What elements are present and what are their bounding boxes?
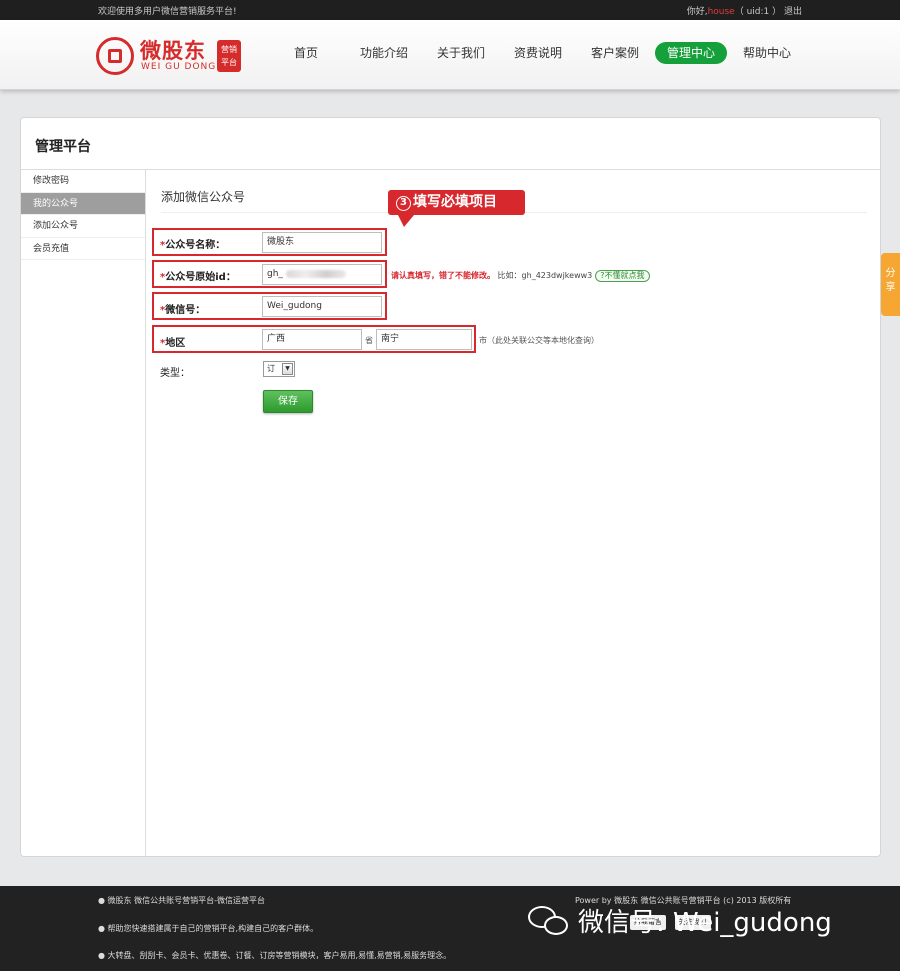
city-input[interactable]: 南宁 [376,329,472,350]
panel-title: 管理平台 [35,139,91,155]
watermark-text: 微信号: Wei_gudong [578,908,832,938]
province-suffix: 省 [365,336,373,345]
region-label: *地区 [160,338,186,349]
chevron-down-icon[interactable]: ▼ [282,363,293,375]
panel-divider [21,169,880,170]
wechat-id-input[interactable]: Wei_gudong [262,296,382,317]
callout-text: 填写必填项目 [413,194,497,210]
footer-line-2: ● 帮助您快速搭建属于自己的营销平台,构建自己的客户群体。 [98,924,319,933]
logo-name: 微股东 [140,39,206,63]
original-id-label: *公众号原始id： [160,272,236,283]
user-box: 你好,house（ uid:1 ） 退出 [687,4,802,17]
site-logo[interactable]: 微股东 WEI GU DONG 营销 平台 [96,36,246,76]
sidebar: 修改密码 我的公众号 添加公众号 会员充值 [21,170,146,856]
footer-line-3: ● 大转盘、刮刮卡、会员卡、优惠卷、订餐、订房等营销模块，客户易用,易懂,易营销… [98,951,452,960]
nav-item-cases[interactable]: 客户案例 [585,42,645,64]
save-button[interactable]: 保存 [263,390,313,413]
account-name-input[interactable]: 微股东 [262,232,382,253]
nav-item-help[interactable]: 帮助中心 [737,42,797,64]
nav-item-about[interactable]: 关于我们 [431,42,491,64]
original-id-input[interactable]: gh_ [262,264,382,285]
type-label: 类型： [160,368,190,379]
footer-line-1: ● 微股东 微信公共账号营销平台-微信运营平台 [98,896,265,905]
top-bar: 欢迎使用多用户微信营销服务平台! 你好,house（ uid:1 ） 退出 [0,0,900,20]
help-link[interactable]: ?不懂就点我 [595,270,650,282]
logo-badge-line1: 营销 [221,45,237,54]
welcome-text: 欢迎使用多用户微信营销服务平台! [98,7,237,17]
callout-pointer [398,215,414,227]
nav-item-management[interactable]: 管理中心 [655,42,727,64]
site-header: 微股东 WEI GU DONG 营销 平台 首页 功能介绍 关于我们 资费说明 … [0,20,900,90]
callout-number: 3 [396,196,411,211]
username-link[interactable]: house [708,7,735,17]
management-panel: 管理平台 修改密码 我的公众号 添加公众号 会员充值 添加微信公众号 [20,117,881,857]
original-id-warning: 请认真填写，错了不能修改。 [391,271,495,280]
share-tab[interactable]: 分 享 [881,253,900,316]
nav-item-pricing[interactable]: 资费说明 [508,42,568,64]
account-name-label: *公众号名称： [160,240,226,251]
province-input[interactable]: 广西 [262,329,362,350]
sidebar-item-my-accounts[interactable]: 我的公众号 [21,192,145,215]
logout-link[interactable]: 退出 [784,7,802,17]
original-id-hint: 请认真填写，错了不能修改。 比如：gh_423dwjkeww3 ?不懂就点我 [391,270,650,282]
wechat-icon [528,904,572,938]
wechat-id-label: *微信号： [160,305,206,316]
sidebar-item-add-account[interactable]: 添加公众号 [21,215,145,238]
uid-text: （ uid:1 ） [734,7,782,17]
logo-badge-line2: 平台 [221,58,237,67]
nav-item-home[interactable]: 首页 [280,42,332,64]
logo-pinyin: WEI GU DONG [141,62,217,72]
sidebar-item-recharge[interactable]: 会员充值 [21,238,145,260]
share-tab-line2: 享 [885,282,896,293]
logo-badge: 营销 平台 [217,40,241,72]
share-tab-line1: 分 [885,268,896,279]
callout-banner: 3 填写必填项目 [388,190,525,215]
region-note: 市（此处关联公交等本地化查询） [479,336,599,345]
greeting-text: 你好, [686,7,708,17]
nav-item-features[interactable]: 功能介绍 [354,42,414,64]
logo-mark-icon [96,37,134,75]
wechat-watermark: 微信号: Wei_gudong [528,902,832,939]
original-id-example: 比如：gh_423dwjkeww3 [497,271,593,280]
type-select[interactable]: 订 ▼ [263,361,295,377]
sidebar-item-change-password[interactable]: 修改密码 [21,170,145,193]
redacted-value [285,269,346,278]
